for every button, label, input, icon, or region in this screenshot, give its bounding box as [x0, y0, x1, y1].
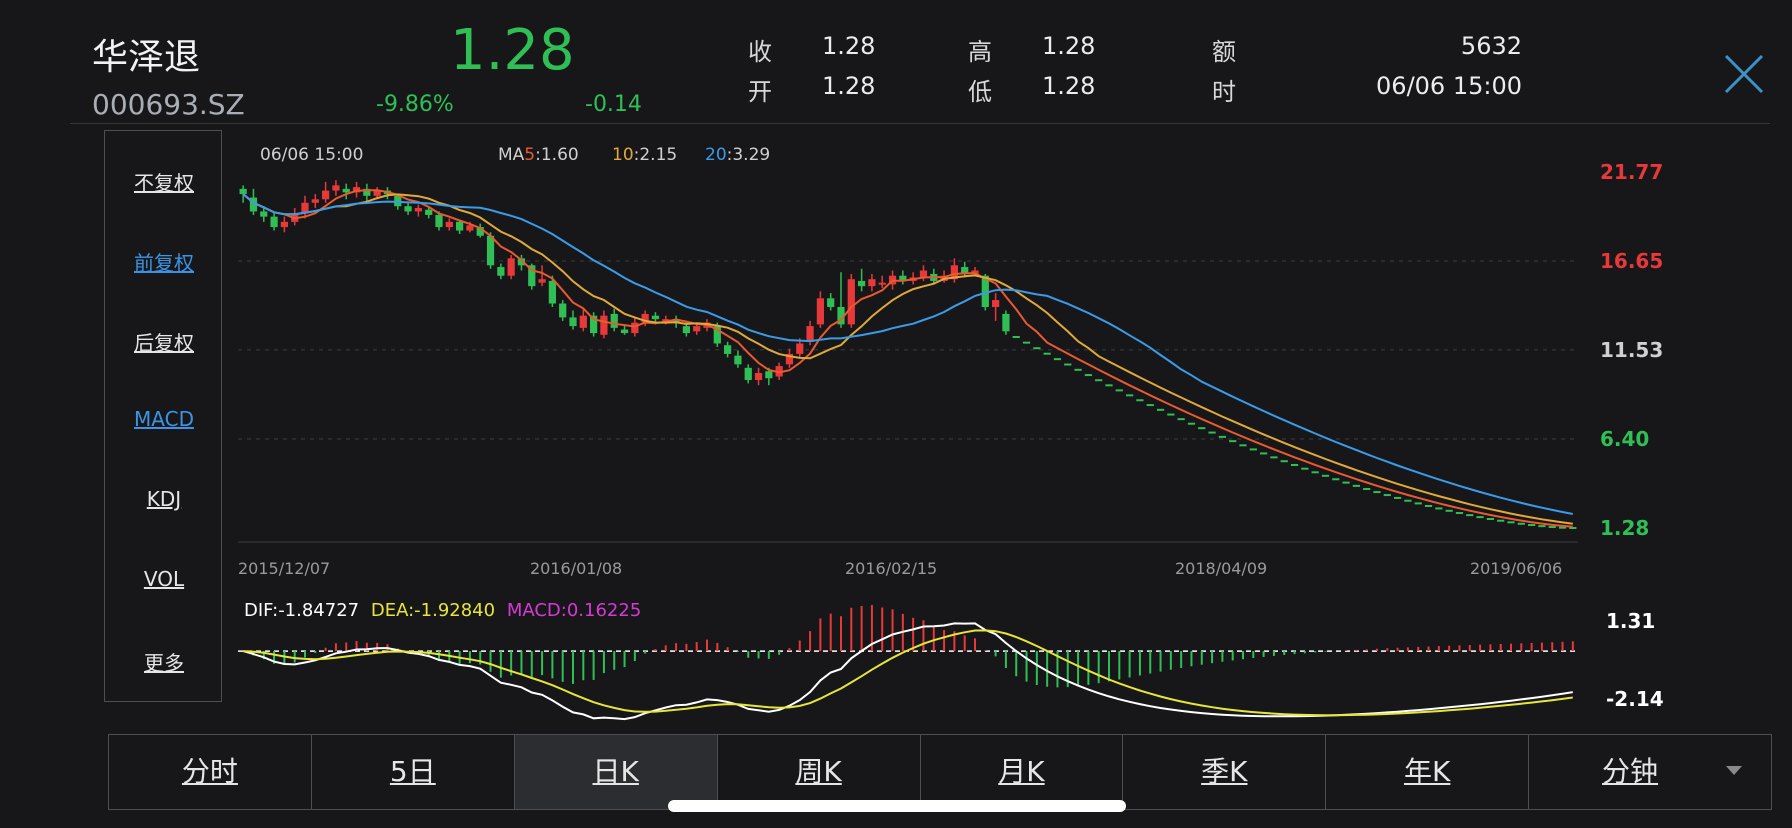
macd-axis-label: 1.31	[1606, 609, 1655, 633]
candle-body	[796, 343, 804, 354]
moving-averages	[242, 189, 1573, 528]
candle-body	[744, 367, 752, 380]
cursor-time: 06/06 15:00	[260, 145, 363, 165]
candle-body	[456, 221, 464, 231]
ma10-line	[242, 193, 1573, 525]
candle-body	[260, 211, 268, 217]
tab-quarterly-k[interactable]: 季K	[1123, 735, 1327, 809]
candle-body	[497, 267, 505, 276]
candle-body	[322, 190, 330, 200]
ma10-value: :2.15	[634, 145, 678, 165]
period-tabs: 分时 5日 日K 周K 月K 季K 年K 分钟	[108, 734, 1772, 810]
candle-body	[734, 355, 742, 365]
candle-body	[992, 300, 1000, 307]
candle-body	[425, 209, 433, 215]
candle-body	[827, 298, 835, 307]
candle-body	[270, 216, 278, 228]
candle-body	[239, 188, 247, 195]
dif-line	[242, 622, 1573, 721]
ma20-value: :3.29	[727, 145, 771, 165]
macd-legend: DIF:-1.84727 DEA:-1.92840 MACD:0.16225	[244, 600, 641, 621]
candle-body	[724, 345, 732, 354]
macd-panel: 1.31 -2.14	[238, 605, 1664, 721]
ma-legend-prefix: MA	[498, 145, 525, 165]
candle-body	[682, 326, 690, 334]
candle-body	[868, 279, 876, 287]
price-axis-label: 1.28	[1600, 516, 1649, 540]
candle-body	[332, 185, 340, 191]
candle-body	[651, 315, 660, 320]
ma10-period: 10	[612, 145, 634, 165]
candle-body	[631, 322, 639, 334]
date-label: 2019/06/06	[1470, 559, 1562, 578]
candle-body	[466, 225, 474, 231]
tab-yearly-k[interactable]: 年K	[1326, 735, 1530, 809]
candle-body	[765, 371, 773, 379]
candle-body	[610, 313, 618, 328]
candle-body	[507, 258, 515, 276]
date-label: 2016/01/08	[530, 559, 622, 578]
candle-body	[445, 221, 453, 228]
tab-5day[interactable]: 5日	[312, 735, 515, 809]
candle-body	[548, 280, 556, 304]
candle-body	[1002, 313, 1010, 332]
candle-body	[806, 326, 814, 342]
candle-body	[569, 317, 577, 327]
tab-monthly-k[interactable]: 月K	[921, 735, 1124, 809]
candle-body	[311, 199, 319, 203]
date-label: 2015/12/07	[238, 559, 330, 578]
candle-body	[342, 188, 350, 193]
price-axis-label: 11.53	[1600, 338, 1663, 362]
candle-body	[816, 298, 824, 325]
date-label: 2018/04/09	[1175, 559, 1267, 578]
ma10-legend: 10:2.15	[612, 145, 677, 165]
candle-body	[600, 315, 608, 335]
tab-daily-k[interactable]: 日K	[514, 735, 718, 809]
dea-line	[243, 629, 1573, 717]
macd-axis-label: -2.14	[1606, 687, 1664, 711]
home-indicator	[668, 800, 1126, 812]
candle-body	[847, 279, 855, 325]
candle-body	[858, 280, 866, 287]
ma20-period: 20	[705, 145, 727, 165]
candle-body	[559, 303, 567, 318]
candle-body	[414, 207, 422, 212]
dif-legend: DIF:-1.84727	[244, 600, 359, 621]
date-label: 2016/02/15	[845, 559, 937, 578]
kline-chart[interactable]: 21.77 16.65 11.53 6.40 1.28 2015/12/07 2016/01…	[0, 0, 1792, 728]
tab-intraday[interactable]: 分时	[109, 735, 312, 809]
ma5-value: :1.60	[535, 145, 579, 165]
ma20-line	[242, 193, 1573, 515]
price-axis-label: 6.40	[1600, 427, 1649, 451]
ma20-legend: 20:3.29	[705, 145, 770, 165]
candle-body	[693, 326, 701, 332]
candle-body	[754, 373, 763, 380]
candle-body	[486, 235, 495, 266]
price-axis-label: 21.77	[1600, 160, 1663, 184]
dea-legend: DEA:-1.92840	[371, 600, 495, 621]
price-axis-label: 16.65	[1600, 249, 1663, 273]
candle-body	[579, 315, 587, 328]
candle-body	[435, 214, 443, 228]
ma5-period: 5	[524, 145, 535, 165]
macd-value-legend: MACD:0.16225	[507, 600, 641, 621]
candle-body	[878, 282, 886, 285]
tab-weekly-k[interactable]: 周K	[718, 735, 921, 809]
candle-body	[280, 221, 288, 228]
candle-body	[404, 206, 412, 212]
candle-body	[538, 279, 546, 283]
candle-body	[620, 329, 629, 334]
chevron-down-icon[interactable]	[1726, 766, 1742, 775]
ma-legend: MA5:1.60	[498, 145, 579, 165]
